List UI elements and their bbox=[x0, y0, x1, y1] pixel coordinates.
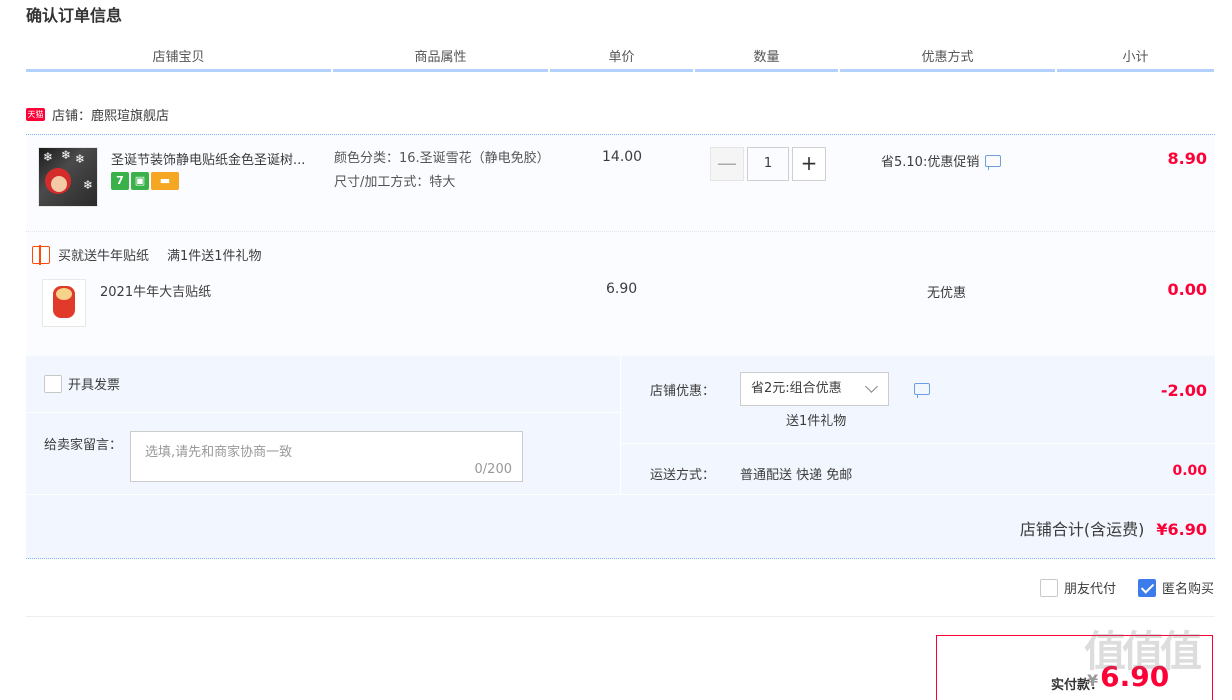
chat-icon[interactable] bbox=[985, 154, 1002, 170]
seven-day-return-icon: 7 bbox=[111, 172, 129, 190]
product-title[interactable]: 圣诞节装饰静电贴纸金色圣诞树... bbox=[111, 149, 331, 168]
site-watermark: 值值值 bbox=[1084, 627, 1202, 676]
service-badges: 7 ▣ ▬ bbox=[111, 172, 179, 190]
shipping-method: 普通配送 快递 免邮 bbox=[740, 468, 853, 483]
message-placeholder: 选填,请先和商家协商一致 bbox=[145, 445, 293, 460]
friend-pay-option[interactable]: 朋友代付 bbox=[1039, 578, 1116, 597]
decrease-button[interactable]: — bbox=[710, 147, 744, 181]
shop-line: 天猫 店铺：鹿熙瑄旗舰店 bbox=[26, 104, 169, 124]
message-input[interactable]: 选填,请先和商家协商一致 0/200 bbox=[130, 431, 523, 482]
product-attributes: 颜色分类：16.圣诞雪花（静电免胶） 尺寸/加工方式：特大 bbox=[334, 147, 554, 195]
credit-card-icon: ▬ bbox=[151, 172, 179, 190]
mobile-order-icon: ▣ bbox=[131, 172, 149, 190]
promo-text: 省5.10:优惠促销 bbox=[881, 155, 980, 170]
gift-icon bbox=[32, 244, 50, 265]
quantity-input[interactable]: 1 bbox=[747, 147, 789, 181]
header-subtotal: 小计 bbox=[1057, 48, 1214, 72]
invoice-option[interactable]: 开具发票 bbox=[44, 374, 120, 393]
shop-total-label: 店铺合计(含运费) bbox=[1019, 520, 1145, 539]
gift-promo-line: 买就送牛年贴纸 满1件送1件礼物 bbox=[32, 244, 262, 265]
attr-size: 尺寸/加工方式：特大 bbox=[334, 175, 456, 190]
friend-pay-checkbox[interactable] bbox=[1039, 578, 1058, 597]
increase-button[interactable]: + bbox=[792, 147, 826, 181]
coupon-note: 送1件礼物 bbox=[786, 414, 847, 429]
anonymous-label: 匿名购买 bbox=[1161, 582, 1214, 597]
invoice-label: 开具发票 bbox=[68, 378, 121, 393]
header-quantity: 数量 bbox=[695, 48, 838, 72]
shipping-label: 运送方式： bbox=[650, 468, 716, 483]
order-items: ❄ ❄ ❄ ❄ 圣诞节装饰静电贴纸金色圣诞树... 7 ▣ ▬ 颜色分类：16.… bbox=[26, 134, 1215, 356]
tmall-icon: 天猫 bbox=[26, 107, 45, 121]
coupon-amount: -2.00 bbox=[1160, 381, 1207, 400]
coupon-chat-icon[interactable] bbox=[914, 383, 930, 398]
payment-options: 朋友代付 匿名购买 bbox=[1039, 578, 1214, 597]
page-title: 确认订单信息 bbox=[26, 6, 123, 25]
item-promo: 省5.10:优惠促销 bbox=[881, 151, 1002, 170]
coupon-label: 店铺优惠： bbox=[650, 384, 716, 399]
gift-promo-rule: 满1件送1件礼物 bbox=[167, 249, 262, 264]
gift-price: 6.90 bbox=[606, 281, 638, 297]
message-count: 0/200 bbox=[474, 462, 512, 477]
invoice-checkbox[interactable] bbox=[44, 374, 62, 393]
shipping-amount: 0.00 bbox=[1172, 463, 1207, 479]
order-extras: 开具发票 给卖家留言： 选填,请先和商家协商一致 0/200 店铺优惠： 省2元… bbox=[26, 356, 1215, 559]
shop-total-amount: ¥6.90 bbox=[1156, 520, 1207, 539]
gift-promo: 无优惠 bbox=[927, 286, 967, 301]
item-row: ❄ ❄ ❄ ❄ 圣诞节装饰静电贴纸金色圣诞树... 7 ▣ ▬ 颜色分类：16.… bbox=[26, 135, 1215, 232]
shop-total: 店铺合计(含运费) ¥6.90 bbox=[1020, 516, 1207, 540]
coupon-value: 省2元:组合优惠 bbox=[751, 381, 842, 396]
anonymous-option[interactable]: 匿名购买 bbox=[1137, 578, 1214, 597]
quantity-stepper: — 1 + bbox=[710, 147, 826, 181]
coupon-select[interactable]: 省2元:组合优惠 bbox=[740, 372, 889, 406]
gift-promo-title: 买就送牛年贴纸 bbox=[58, 249, 150, 264]
message-label: 给卖家留言： bbox=[44, 438, 123, 453]
shop-name[interactable]: 店铺：鹿熙瑄旗舰店 bbox=[52, 105, 169, 124]
product-thumbnail[interactable]: ❄ ❄ ❄ ❄ bbox=[38, 147, 98, 207]
gift-thumbnail[interactable] bbox=[42, 279, 86, 327]
anonymous-checkbox[interactable] bbox=[1137, 578, 1156, 597]
item-subtotal: 8.90 bbox=[1167, 149, 1207, 168]
friend-pay-label: 朋友代付 bbox=[1063, 582, 1116, 597]
chevron-down-icon bbox=[865, 380, 878, 393]
gift-subtotal: 0.00 bbox=[1167, 280, 1207, 299]
attr-color: 颜色分类：16.圣诞雪花（静电免胶） bbox=[334, 151, 550, 166]
header-discount: 优惠方式 bbox=[840, 48, 1055, 72]
header-shop-item: 店铺宝贝 bbox=[26, 48, 331, 72]
header-unit-price: 单价 bbox=[550, 48, 693, 72]
unit-price: 14.00 bbox=[602, 149, 643, 165]
header-attributes: 商品属性 bbox=[333, 48, 548, 72]
gift-title[interactable]: 2021牛年大吉贴纸 bbox=[100, 281, 211, 300]
